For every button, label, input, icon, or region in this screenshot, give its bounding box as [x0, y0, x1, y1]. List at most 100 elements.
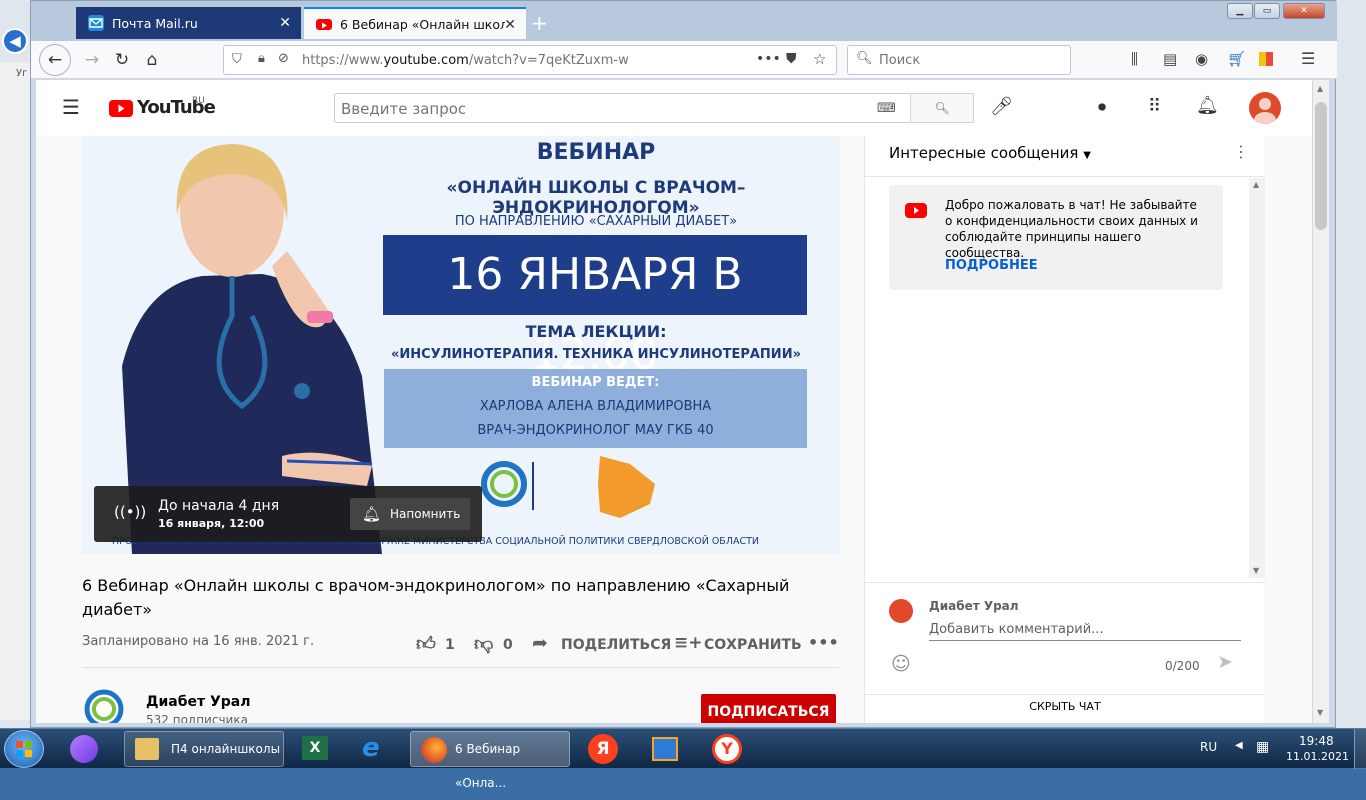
forward-button[interactable]: → — [79, 48, 105, 72]
video-player[interactable]: ВЕБИНАР «ОНЛАЙН ШКОЛЫ С ВРАЧОМ–ЭНДОКРИНО… — [82, 136, 840, 554]
yandex-icon[interactable]: Я — [584, 731, 624, 767]
page-scrollbar[interactable]: ▲ ▼ — [1313, 80, 1329, 723]
divider — [82, 667, 839, 668]
channel-name[interactable]: Диабет Урал — [146, 694, 251, 710]
youtube-logo-icon[interactable] — [109, 100, 133, 117]
account-icon[interactable]: ◉ — [1195, 50, 1208, 68]
nav-bar: ← → ↻ ⌂ ⛉ 🔒︎ ⊘ https://www.youtube.com/w… — [31, 41, 1337, 79]
tab-youtube[interactable]: 6 Вебинар «Онлайн школы с ✕ — [304, 7, 526, 39]
chat-comment-input[interactable]: Добавить комментарий... — [929, 622, 1241, 641]
apps-grid-icon[interactable]: ⠿ — [1148, 96, 1161, 117]
create-video-icon[interactable]: ⏺ — [1098, 97, 1106, 117]
tab-youtube-title: 6 Вебинар «Онлайн школы с — [340, 16, 505, 32]
divider — [865, 694, 1265, 695]
notifications-bell-icon[interactable]: 🔔︎ — [1196, 95, 1219, 116]
chat-scrollbar[interactable]: ▲ ▼ — [1249, 178, 1265, 578]
address-bar[interactable]: ⛉ 🔒︎ ⊘ https://www.youtube.com/watch?v=7… — [223, 45, 837, 75]
scroll-up-icon[interactable]: ▲ — [1317, 84, 1323, 93]
save-playlist-icon[interactable]: ≡+ — [674, 633, 703, 653]
poster-topic-label: ТЕМА ЛЕКЦИИ: — [525, 322, 667, 341]
lock-icon[interactable]: 🔒︎ — [258, 51, 265, 66]
pocket-icon[interactable]: ⛊ — [786, 51, 797, 67]
subscribe-button[interactable]: ПОДПИСАТЬСЯ — [701, 694, 836, 723]
save-button[interactable]: СОХРАНИТЬ — [704, 637, 802, 653]
search-bar[interactable]: 🔍︎ Поиск — [847, 45, 1071, 75]
tab-mail-title: Почта Mail.ru — [112, 15, 198, 31]
library-icon[interactable]: ⫼ — [1131, 50, 1138, 68]
back-button[interactable]: ← — [39, 44, 71, 76]
clock-date[interactable]: 11.01.2021 — [1286, 750, 1349, 763]
show-desktop-button[interactable] — [1354, 729, 1366, 769]
network-icon[interactable]: ▦ — [1256, 739, 1269, 755]
poster-leader-name: ХАРЛОВА АЛЕНА ВЛАДИМИРОВНА — [479, 399, 712, 414]
video-title: 6 Вебинар «Онлайн школы с врачом-эндокри… — [82, 576, 790, 619]
desktop-back-icon[interactable]: ◀ — [2, 28, 28, 54]
chat-user-name: Диабет Урал — [929, 599, 1019, 613]
sidebar-icon[interactable]: ▤ — [1163, 50, 1177, 68]
window-close-button[interactable]: ✕ — [1283, 3, 1325, 19]
emoji-icon[interactable]: ☺ — [891, 653, 911, 675]
learn-more-link[interactable]: ПОДРОБНЕЕ — [945, 258, 1038, 273]
reload-button[interactable]: ↻ — [109, 48, 135, 72]
poster-date-banner: 16 ЯНВАРЯ В 12:00 — [383, 235, 807, 380]
tray-expand-icon[interactable]: ◀ — [1235, 740, 1243, 751]
maximize-button[interactable]: ▭ — [1254, 3, 1280, 19]
page-actions-icon[interactable]: ••• — [756, 51, 781, 67]
bell-icon: 🔔︎ — [362, 505, 382, 523]
minimize-button[interactable]: ▁ — [1227, 3, 1253, 19]
hamburger-menu-icon[interactable]: ☰ — [62, 95, 80, 119]
taskbar-firefox-window[interactable]: 6 Вебинар «Онла... — [410, 731, 570, 790]
like-icon[interactable]: 👍︎ — [416, 633, 436, 656]
channel-avatar[interactable] — [82, 687, 126, 723]
youtube-search-input[interactable]: Введите запрос ⌨ — [334, 93, 911, 123]
autoplay-icon[interactable]: ⊘ — [278, 51, 289, 66]
scroll-up-icon[interactable]: ▲ — [1253, 180, 1259, 189]
scroll-down-icon[interactable]: ▼ — [1253, 566, 1259, 575]
poster-leader-role: ВРАЧ-ЭНДОКРИНОЛОГ МАУ ГКБ 40 — [477, 423, 714, 438]
user-avatar[interactable] — [1249, 92, 1281, 124]
dislike-count[interactable]: 0 — [503, 637, 513, 653]
video-player-icon[interactable] — [646, 731, 686, 767]
menu-icon[interactable]: ☰ — [1301, 49, 1315, 68]
share-icon[interactable]: ➦ — [532, 632, 548, 654]
hide-chat-button[interactable]: СКРЫТЬ ЧАТ — [865, 700, 1265, 713]
language-indicator[interactable]: RU — [1200, 740, 1217, 754]
bookmark-star-icon[interactable]: ☆ — [813, 50, 826, 68]
like-count[interactable]: 1 — [445, 637, 455, 653]
share-button[interactable]: ПОДЕЛИТЬСЯ — [561, 637, 671, 653]
extension-icon[interactable] — [1259, 52, 1273, 66]
shield-icon[interactable]: ⛉ — [232, 52, 242, 67]
home-button[interactable]: ⌂ — [139, 48, 165, 72]
internet-explorer-icon[interactable]: e — [358, 731, 398, 767]
start-button[interactable] — [4, 730, 44, 768]
dislike-icon[interactable]: 👎︎ — [474, 633, 493, 656]
excel-icon[interactable]: X — [296, 731, 336, 767]
url-text[interactable]: https://www.youtube.com/watch?v=7qeKtZux… — [302, 53, 629, 68]
live-broadcast-icon: ((•)) — [114, 503, 147, 521]
subscriber-count: 532 подписчика — [146, 713, 248, 723]
send-icon[interactable]: ➤ — [1217, 651, 1233, 673]
start-time: 16 января, 12:00 — [158, 517, 265, 530]
microphone-icon[interactable]: 🎤︎ — [990, 96, 1013, 117]
youtube-header: ☰ YouTube RU Введите запрос ⌨ 🔍︎ 🎤︎ ⏺ ⠿ … — [36, 80, 1312, 136]
remind-button[interactable]: 🔔︎ Напомнить — [350, 498, 470, 530]
alice-icon[interactable] — [66, 731, 106, 767]
close-tab-icon[interactable]: ✕ — [279, 15, 291, 31]
youtube-icon — [316, 18, 332, 30]
scroll-down-icon[interactable]: ▼ — [1317, 708, 1323, 717]
yandex-browser-icon[interactable]: Y — [708, 731, 748, 767]
more-actions-icon[interactable]: ••• — [808, 633, 839, 652]
chat-mode-dropdown[interactable]: Интересные сообщения ▼ — [889, 144, 1091, 162]
taskbar-explorer-label: П4 онлайншколы — [171, 742, 281, 756]
poster-topic: «ИНСУЛИНОТЕРАПИЯ. ТЕХНИКА ИНСУЛИНОТЕРАПИ… — [391, 347, 801, 362]
taskbar-explorer-window[interactable]: П4 онлайншколы — [124, 731, 284, 767]
keyboard-icon[interactable]: ⌨ — [877, 101, 896, 116]
new-tab-button[interactable]: + — [531, 11, 548, 35]
youtube-search-button[interactable]: 🔍︎ — [910, 93, 974, 123]
page-scrollbar-thumb[interactable] — [1315, 102, 1327, 230]
chat-menu-icon[interactable]: ⋮ — [1233, 142, 1249, 161]
cart-icon[interactable]: 🛒︎ — [1227, 50, 1246, 68]
tab-mail[interactable]: Почта Mail.ru ✕ — [76, 7, 301, 39]
close-tab-icon[interactable]: ✕ — [504, 17, 516, 33]
clock-time[interactable]: 19:48 — [1299, 734, 1334, 748]
